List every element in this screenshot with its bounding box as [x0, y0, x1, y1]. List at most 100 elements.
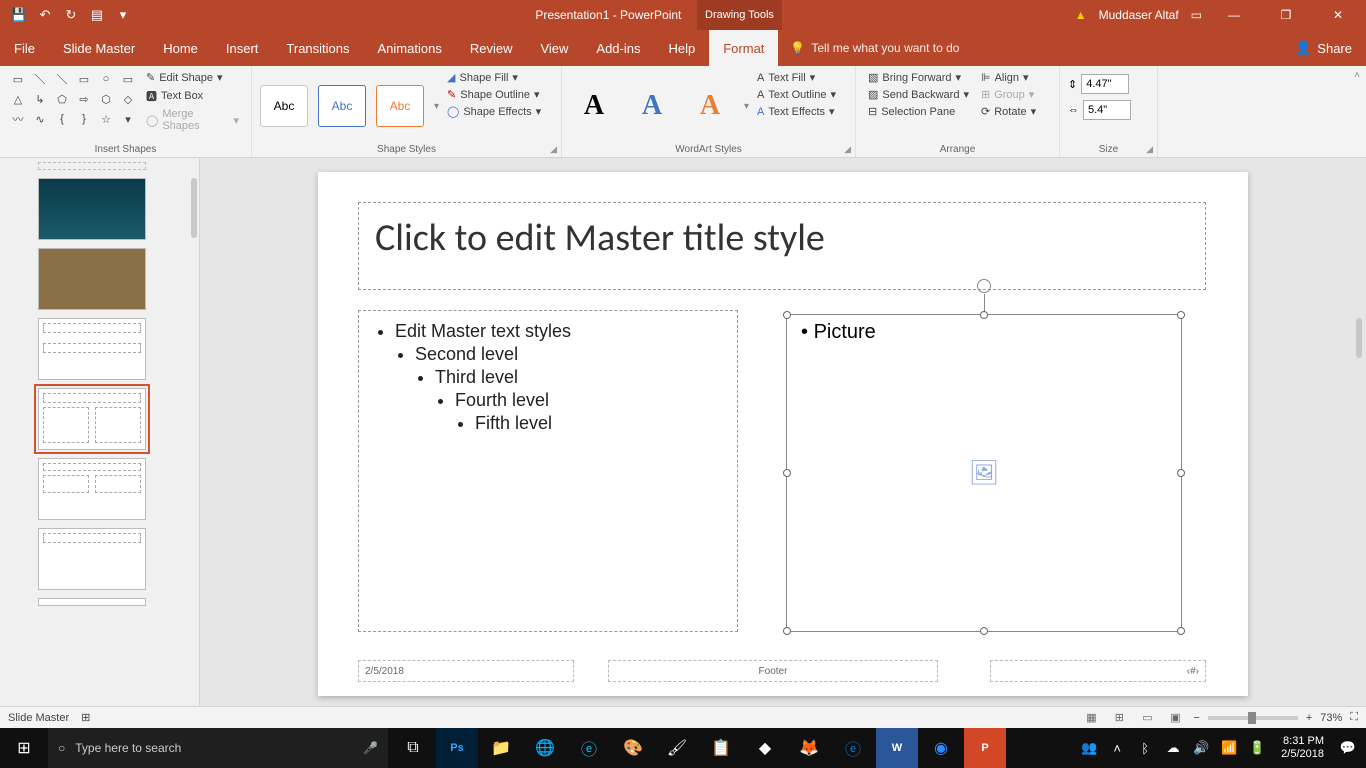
footer-placeholder[interactable]: Footer	[608, 660, 938, 682]
style-preset-3[interactable]: Abc	[376, 85, 424, 127]
slide-sorter-icon[interactable]: ⊞	[1109, 709, 1129, 727]
group-button[interactable]: ⊞Group ▾	[977, 87, 1040, 102]
battery-icon[interactable]: 🔋	[1247, 738, 1267, 758]
scrollbar-thumb[interactable]	[191, 178, 197, 238]
chrome-icon[interactable]: 🌐	[524, 728, 566, 768]
file-explorer-icon[interactable]: 📁	[480, 728, 522, 768]
ie-icon[interactable]: ⓔ	[568, 728, 610, 768]
shape-outline-button[interactable]: ✎Shape Outline ▾	[443, 87, 545, 102]
zoom-slider[interactable]	[1208, 716, 1298, 720]
dialog-launcher-icon[interactable]: ◢	[1146, 144, 1153, 155]
onedrive-icon[interactable]: ☁	[1163, 738, 1183, 758]
text-box-button[interactable]: 🅰Text Box	[142, 87, 243, 105]
user-name[interactable]: Muddaser Altaf	[1099, 8, 1179, 22]
volume-icon[interactable]: 🔊	[1191, 738, 1211, 758]
layout-thumb[interactable]	[38, 248, 146, 310]
style-preset-1[interactable]: Abc	[260, 85, 308, 127]
layout-thumb[interactable]	[38, 318, 146, 380]
shape-effects-button[interactable]: ◯Shape Effects ▾	[443, 104, 545, 119]
send-backward-button[interactable]: ▨Send Backward ▾	[864, 87, 973, 102]
app-icon[interactable]: 📋	[700, 728, 742, 768]
text-outline-button[interactable]: AText Outline ▾	[753, 87, 840, 102]
body-placeholder[interactable]: Edit Master text styles Second level Thi…	[358, 310, 738, 632]
menu-animations[interactable]: Animations	[364, 30, 456, 66]
collapse-ribbon-icon[interactable]: ˄	[1354, 70, 1360, 81]
tell-me-search[interactable]: 💡 Tell me what you want to do	[778, 41, 971, 55]
people-icon[interactable]: 👥	[1079, 738, 1099, 758]
menu-help[interactable]: Help	[654, 30, 709, 66]
powerpoint-icon[interactable]: P	[964, 728, 1006, 768]
align-button[interactable]: ⊫Align ▾	[977, 70, 1040, 85]
height-input[interactable]	[1081, 74, 1129, 94]
resize-handle[interactable]	[783, 627, 791, 635]
shape-fill-button[interactable]: ◢Shape Fill ▾	[443, 70, 545, 85]
rotate-button[interactable]: ⟳Rotate ▾	[977, 104, 1040, 119]
picture-placeholder-selected[interactable]: • Picture 🖼	[786, 314, 1182, 632]
resize-handle[interactable]	[980, 627, 988, 635]
layout-thumb-selected[interactable]	[38, 388, 146, 450]
slide-thumbnail-panel[interactable]	[0, 158, 200, 706]
share-button[interactable]: 👤 Share	[1281, 30, 1366, 66]
tray-up-icon[interactable]: ˄	[1107, 738, 1127, 758]
word-icon[interactable]: W	[876, 728, 918, 768]
notifications-icon[interactable]: 💬	[1338, 738, 1358, 758]
shape-style-gallery[interactable]: Abc Abc Abc ▾	[260, 70, 439, 142]
layout-thumb[interactable]	[38, 528, 146, 590]
taskbar-clock[interactable]: 8:31 PM 2/5/2018	[1275, 735, 1330, 761]
style-preset-2[interactable]: Abc	[318, 85, 366, 127]
paint-icon[interactable]: 🖌	[656, 728, 698, 768]
menu-transitions[interactable]: Transitions	[272, 30, 363, 66]
menu-addins[interactable]: Add-ins	[582, 30, 654, 66]
save-icon[interactable]: 💾	[8, 4, 30, 26]
minimize-button[interactable]: —	[1214, 0, 1254, 30]
fit-to-window-icon[interactable]: ⛶	[1350, 711, 1358, 724]
start-from-beginning-icon[interactable]: ▤	[86, 4, 108, 26]
reading-view-icon[interactable]: ▭	[1137, 709, 1157, 727]
qat-more-icon[interactable]: ▾	[112, 4, 134, 26]
edge-icon[interactable]: ⓔ	[832, 728, 874, 768]
menu-review[interactable]: Review	[456, 30, 527, 66]
ribbon-display-icon[interactable]: ▭	[1191, 8, 1202, 22]
wordart-preset-3[interactable]: A	[686, 82, 734, 130]
app-icon[interactable]: 🎨	[612, 728, 654, 768]
date-placeholder[interactable]: 2/5/2018	[358, 660, 574, 682]
wordart-preset-2[interactable]: A	[628, 82, 676, 130]
zoom-in-icon[interactable]: +	[1306, 712, 1312, 724]
dialog-launcher-icon[interactable]: ◢	[550, 144, 557, 155]
resize-handle[interactable]	[783, 469, 791, 477]
text-fill-button[interactable]: AText Fill ▾	[753, 70, 840, 85]
scrollbar-thumb[interactable]	[1356, 318, 1362, 358]
layout-thumb[interactable]	[38, 178, 146, 240]
layout-thumb[interactable]	[38, 598, 146, 606]
edit-shape-button[interactable]: ✎Edit Shape ▾	[142, 70, 243, 85]
redo-icon[interactable]: ↻	[60, 4, 82, 26]
menu-view[interactable]: View	[526, 30, 582, 66]
wordart-preset-1[interactable]: A	[570, 82, 618, 130]
wordart-gallery[interactable]: A A A ▾	[570, 70, 749, 142]
layout-thumb[interactable]	[38, 162, 146, 170]
normal-view-icon[interactable]: ▦	[1081, 709, 1101, 727]
slide-number-placeholder[interactable]: ‹#›	[990, 660, 1206, 682]
title-placeholder[interactable]: Click to edit Master title style	[358, 202, 1206, 290]
task-view-icon[interactable]: ⧉	[392, 728, 434, 768]
wifi-icon[interactable]: 📶	[1219, 738, 1239, 758]
photoshop-icon[interactable]: Ps	[436, 728, 478, 768]
menu-home[interactable]: Home	[149, 30, 212, 66]
menu-insert[interactable]: Insert	[212, 30, 273, 66]
resize-handle[interactable]	[1177, 311, 1185, 319]
menu-format[interactable]: Format	[709, 30, 778, 66]
bring-forward-button[interactable]: ▧Bring Forward ▾	[864, 70, 973, 85]
close-button[interactable]: ✕	[1318, 0, 1358, 30]
shapes-gallery[interactable]: ▭＼＼▭○▭ △↳⬠⇨⬡◇ 〰∿{}☆▾	[8, 70, 138, 142]
firefox-icon[interactable]: 🦊	[788, 728, 830, 768]
resize-handle[interactable]	[783, 311, 791, 319]
text-effects-button[interactable]: AText Effects ▾	[753, 104, 840, 119]
start-button[interactable]: ⊞	[0, 728, 48, 768]
zoom-level[interactable]: 73%	[1320, 712, 1342, 724]
gallery-more-icon[interactable]: ▾	[434, 101, 439, 112]
slide-canvas-area[interactable]: Click to edit Master title style Edit Ma…	[200, 158, 1366, 706]
resize-handle[interactable]	[1177, 469, 1185, 477]
bluetooth-icon[interactable]: ᛒ	[1135, 738, 1155, 758]
undo-icon[interactable]: ↶	[34, 4, 56, 26]
mic-icon[interactable]: 🎤	[363, 741, 378, 755]
